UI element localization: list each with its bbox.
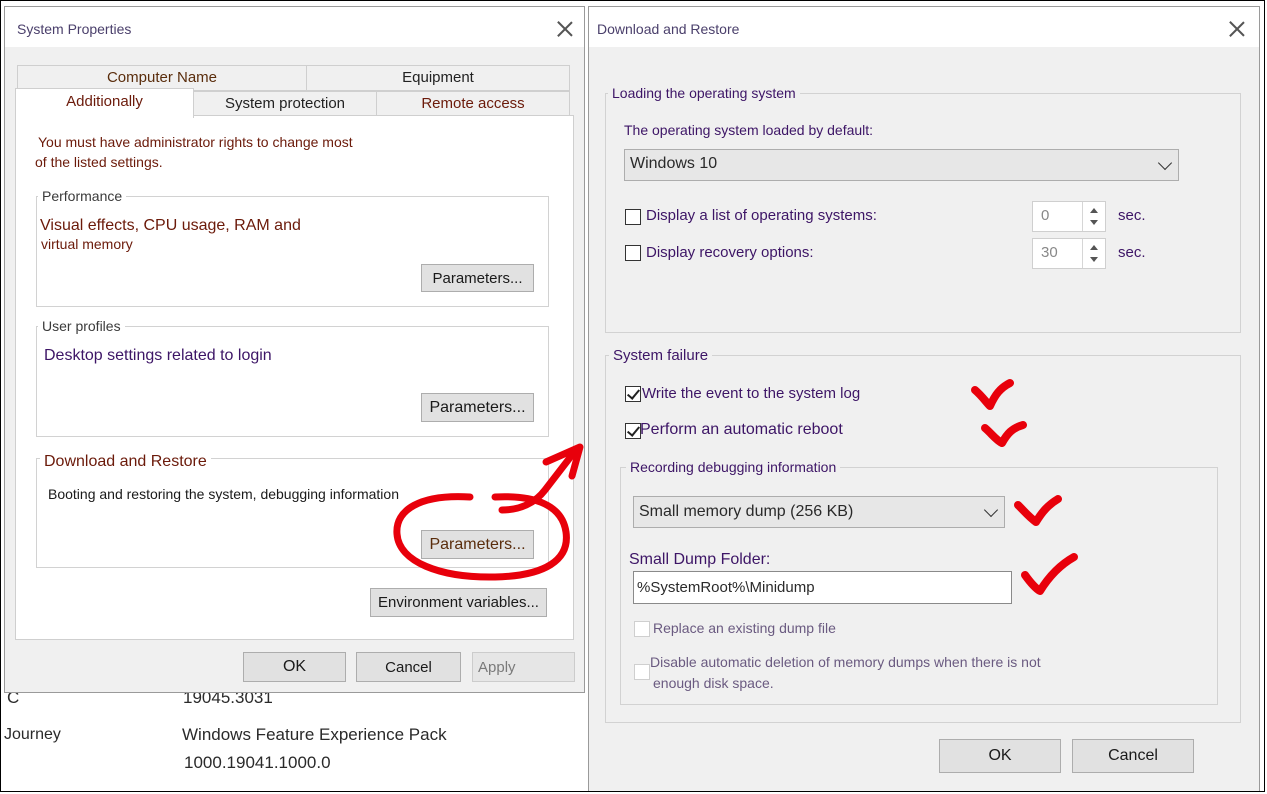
replace-dump-checkbox[interactable] (634, 621, 650, 637)
dump-folder-label: Small Dump Folder: (629, 551, 771, 568)
performance-description-line1: Visual effects, CPU usage, RAM and (40, 217, 301, 234)
cancel-button[interactable]: Cancel (356, 652, 461, 682)
download-restore-group: Download and Restore Booting and restori… (36, 453, 549, 568)
download-restore-legend: Download and Restore (40, 453, 211, 471)
auto-reboot-checkbox[interactable] (625, 423, 641, 439)
system-properties-title: System Properties (17, 21, 132, 37)
performance-description-line2: virtual memory (41, 236, 133, 252)
chevron-down-icon (983, 502, 999, 518)
cancel-button[interactable]: Cancel (1072, 739, 1194, 773)
dump-folder-input[interactable] (633, 571, 1012, 604)
display-recovery-checkbox[interactable] (625, 245, 641, 261)
disable-auto-delete-checkbox[interactable] (634, 664, 650, 680)
admin-note-line2: of the listed settings. (35, 154, 163, 170)
disable-auto-delete-label-line1: Disable automatic deletion of memory dum… (650, 654, 1041, 670)
display-list-label: Display a list of operating systems: (646, 207, 877, 224)
tab-additionally[interactable]: Additionally (15, 88, 194, 118)
display-list-checkbox[interactable] (625, 209, 641, 225)
display-list-unit: sec. (1118, 207, 1146, 224)
tab-equipment[interactable]: Equipment (306, 65, 570, 91)
tab-remote-access[interactable]: Remote access (376, 91, 570, 117)
download-restore-dialog: Download and Restore Loading the operati… (588, 6, 1260, 792)
checkmark-icon (626, 423, 641, 437)
display-list-seconds-spinner[interactable]: 0 (1032, 201, 1106, 232)
background-label-journey: Journey (4, 726, 61, 743)
download-restore-description: Booting and restoring the system, debugg… (48, 486, 399, 502)
arrow-up-icon[interactable] (1090, 208, 1098, 213)
background-value-feature-pack-version: 1000.19041.1000.0 (184, 753, 331, 772)
replace-dump-label: Replace an existing dump file (653, 620, 836, 636)
download-restore-titlebar: Download and Restore (589, 7, 1259, 47)
write-event-label: Write the event to the system log (642, 385, 861, 402)
loading-os-legend: Loading the operating system (608, 85, 800, 101)
user-profiles-description: Desktop settings related to login (44, 347, 272, 364)
dump-type-value: Small memory dump (256 KB) (639, 503, 854, 520)
background-value-feature-pack: Windows Feature Experience Pack (182, 725, 447, 744)
spinner-arrows[interactable] (1082, 239, 1105, 268)
user-profiles-legend: User profiles (38, 318, 125, 334)
download-restore-parameters-button[interactable]: Parameters... (421, 530, 534, 559)
performance-group: Performance Visual effects, CPU usage, R… (36, 188, 549, 307)
default-os-label: The operating system loaded by default: (624, 122, 874, 138)
default-os-select[interactable]: Windows 10 (624, 149, 1179, 181)
arrow-down-icon[interactable] (1090, 220, 1098, 225)
display-recovery-label: Display recovery options: (646, 244, 814, 261)
dump-type-select[interactable]: Small memory dump (256 KB) (633, 496, 1005, 528)
system-properties-dialog: System Properties Computer Name Equipmen… (4, 6, 585, 693)
system-properties-titlebar: System Properties (5, 7, 584, 47)
display-recovery-unit: sec. (1118, 244, 1146, 261)
system-failure-legend: System failure (609, 347, 713, 364)
loading-os-group: Loading the operating system The operati… (605, 85, 1241, 333)
system-failure-group: System failure Write the event to the sy… (605, 347, 1241, 723)
chevron-down-icon (1157, 155, 1173, 171)
ok-button[interactable]: OK (243, 652, 346, 682)
arrow-up-icon[interactable] (1090, 245, 1098, 250)
apply-button[interactable]: Apply (472, 652, 575, 682)
debug-info-group: Recording debugging information Small me… (620, 459, 1218, 705)
admin-note-line1: You must have administrator rights to ch… (38, 134, 353, 150)
checkmark-icon (626, 386, 641, 400)
user-profiles-group: User profiles Desktop settings related t… (36, 318, 549, 437)
disable-auto-delete-label-line2: enough disk space. (653, 675, 774, 691)
environment-variables-button[interactable]: Environment variables... (370, 588, 547, 617)
ok-button[interactable]: OK (939, 739, 1061, 773)
debug-info-legend: Recording debugging information (626, 459, 841, 475)
close-icon[interactable] (1229, 21, 1245, 37)
user-profiles-parameters-button[interactable]: Parameters... (421, 393, 534, 422)
download-restore-dialog-title: Download and Restore (597, 21, 740, 37)
tab-system-protection[interactable]: System protection (193, 91, 377, 117)
tab-pane-additionally: You must have administrator rights to ch… (15, 115, 574, 640)
display-recovery-seconds-value: 30 (1041, 244, 1058, 261)
write-event-checkbox[interactable] (625, 386, 641, 402)
arrow-down-icon[interactable] (1090, 257, 1098, 262)
display-list-seconds-value: 0 (1041, 207, 1050, 224)
close-icon[interactable] (557, 21, 573, 37)
display-recovery-seconds-spinner[interactable]: 30 (1032, 238, 1106, 269)
default-os-value: Windows 10 (630, 155, 718, 172)
auto-reboot-label: Perform an automatic reboot (640, 421, 843, 438)
performance-parameters-button[interactable]: Parameters... (421, 264, 534, 292)
performance-legend: Performance (38, 188, 127, 204)
spinner-arrows[interactable] (1082, 202, 1105, 231)
